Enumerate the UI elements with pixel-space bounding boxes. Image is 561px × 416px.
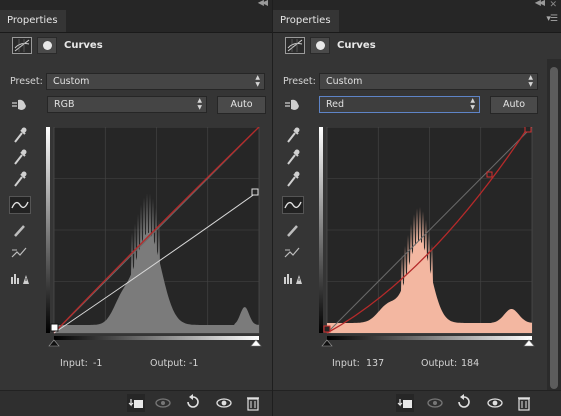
black-eyedropper-icon[interactable]	[9, 126, 31, 144]
black-point-slider[interactable]	[321, 339, 333, 347]
panel-top-strip: ◀◀	[0, 0, 272, 8]
preset-value: Custom	[53, 76, 90, 87]
auto-button[interactable]: Auto	[217, 96, 266, 114]
properties-panel-left: ◀◀ Properties Curves Preset: Custom ▲ ▼ R…	[0, 0, 272, 416]
curve-point-selected[interactable]	[50, 323, 59, 332]
hand-target-icon[interactable]	[282, 96, 304, 114]
preset-label: Preset:	[10, 76, 43, 87]
scrollbar[interactable]	[547, 59, 561, 391]
pencil-icon[interactable]	[9, 221, 31, 239]
delete-icon[interactable]	[244, 394, 262, 412]
white-point-slider[interactable]	[523, 339, 535, 347]
dropdown-arrows-icon: ▲ ▼	[528, 74, 533, 88]
input-value: -1	[93, 358, 103, 369]
tab-properties[interactable]: Properties	[273, 10, 339, 32]
curve-tool-icon[interactable]	[282, 196, 304, 214]
tab-bar: Properties	[0, 8, 272, 33]
input-gradient-bar	[327, 336, 532, 340]
white-eyedropper-icon[interactable]	[9, 170, 31, 188]
panel-footer	[273, 390, 561, 416]
gray-eyedropper-icon[interactable]	[9, 148, 31, 166]
double-chevron-icon[interactable]: ◀◀	[258, 0, 268, 7]
clip-to-layer-icon[interactable]	[127, 394, 145, 412]
curve-tool-icon[interactable]	[9, 196, 31, 214]
black-eyedropper-icon[interactable]	[282, 126, 304, 144]
channel-dropdown[interactable]: RGB ▲ ▼	[47, 96, 207, 113]
curves-adjustment-icon[interactable]	[12, 37, 32, 54]
channel-value: RGB	[54, 99, 75, 110]
dropdown-arrows-icon: ▲ ▼	[470, 97, 475, 111]
tab-properties[interactable]: Properties	[0, 10, 66, 32]
adjustment-header: Curves	[273, 33, 561, 59]
preset-dropdown[interactable]: Custom ▲ ▼	[46, 73, 265, 90]
curve-point[interactable]	[524, 127, 532, 133]
clipping-warning-icon[interactable]	[9, 270, 31, 288]
dropdown-arrows-icon: ▲ ▼	[197, 97, 202, 111]
visibility-eye-icon[interactable]	[486, 394, 504, 412]
scrollbar-thumb[interactable]	[550, 67, 558, 389]
panel-top-strip: ◀◀ ✕	[273, 0, 561, 10]
clip-to-layer-icon[interactable]	[396, 394, 414, 412]
auto-button[interactable]: Auto	[490, 96, 538, 114]
smooth-icon[interactable]	[282, 244, 304, 262]
white-eyedropper-icon[interactable]	[282, 170, 304, 188]
hand-target-icon[interactable]	[9, 96, 31, 114]
curves-graph[interactable]	[319, 127, 537, 349]
double-chevron-icon[interactable]: ◀◀	[535, 0, 545, 7]
smooth-icon[interactable]	[9, 244, 31, 262]
preset-dropdown[interactable]: Custom ▲ ▼	[319, 73, 538, 90]
white-point-slider[interactable]	[250, 339, 262, 347]
output-gradient-bar	[46, 127, 50, 333]
panel-footer	[0, 390, 272, 416]
clipping-warning-icon[interactable]	[282, 270, 304, 288]
view-previous-icon[interactable]	[154, 394, 172, 412]
tab-bar: Properties ▾☰	[273, 8, 561, 33]
properties-panel-right: ◀◀ ✕ Properties ▾☰ Curves Preset: Custom…	[273, 0, 561, 416]
black-point-slider[interactable]	[48, 339, 60, 347]
output-gradient-bar	[319, 127, 323, 333]
input-label: Input:	[60, 358, 88, 369]
curves-adjustment-icon[interactable]	[285, 37, 305, 54]
curve-point[interactable]	[323, 325, 331, 333]
input-gradient-bar	[54, 336, 259, 340]
output-value: -1	[189, 358, 199, 369]
curves-graph[interactable]	[46, 127, 264, 349]
output-label: Output:	[150, 358, 187, 369]
output-label: Output:	[421, 358, 458, 369]
panel-menu-icon[interactable]: ▾☰	[546, 14, 558, 24]
channel-dropdown[interactable]: Red ▲ ▼	[319, 96, 480, 113]
reset-icon[interactable]	[184, 394, 202, 412]
input-value: 137	[366, 358, 385, 369]
channel-value: Red	[326, 99, 345, 110]
layer-mask-icon[interactable]	[37, 37, 57, 54]
preset-value: Custom	[326, 76, 363, 87]
pencil-icon[interactable]	[282, 221, 304, 239]
input-label: Input:	[332, 358, 360, 369]
visibility-eye-icon[interactable]	[215, 394, 233, 412]
gray-eyedropper-icon[interactable]	[282, 148, 304, 166]
dropdown-arrows-icon: ▲ ▼	[255, 74, 260, 88]
layer-mask-icon[interactable]	[310, 37, 330, 54]
preset-label: Preset:	[283, 76, 316, 87]
adjustment-title: Curves	[64, 40, 103, 51]
adjustment-header: Curves	[0, 33, 272, 59]
adjustment-title: Curves	[337, 40, 376, 51]
delete-icon[interactable]	[515, 394, 533, 412]
view-previous-icon[interactable]	[426, 394, 444, 412]
curve-point[interactable]	[251, 188, 259, 196]
reset-icon[interactable]	[455, 394, 473, 412]
curve-point-selected[interactable]	[486, 171, 493, 178]
output-value: 184	[461, 358, 480, 369]
